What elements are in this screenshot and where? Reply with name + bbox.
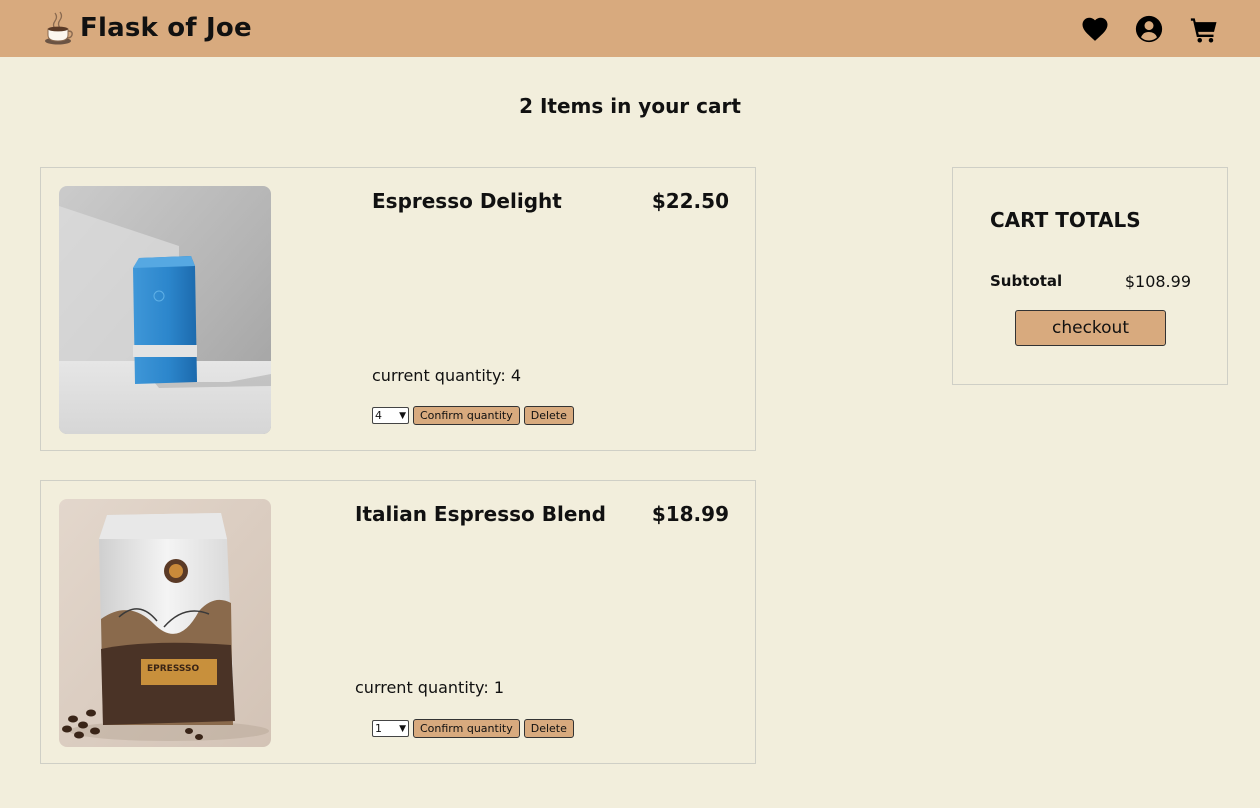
quantity-select[interactable]: 1 ▼ bbox=[372, 720, 409, 737]
item-price: $18.99 bbox=[651, 502, 729, 526]
blue-coffee-bag-image bbox=[59, 186, 271, 434]
brand-title: Flask of Joe bbox=[80, 13, 252, 43]
bag-label-text: EPRESSSO bbox=[147, 664, 199, 674]
heart-icon[interactable] bbox=[1080, 14, 1110, 44]
quantity-select-value: 4 bbox=[375, 409, 382, 422]
confirm-quantity-button[interactable]: Confirm quantity bbox=[413, 719, 520, 738]
cart-totals-card: CART TOTALS Subtotal $108.99 checkout bbox=[952, 167, 1228, 385]
item-name: Espresso Delight bbox=[372, 189, 562, 213]
current-quantity-label: current quantity: 1 bbox=[355, 678, 504, 697]
checkout-button[interactable]: checkout bbox=[1015, 310, 1166, 346]
delete-button[interactable]: Delete bbox=[523, 719, 574, 738]
brand-link[interactable]: Flask of Joe bbox=[44, 10, 252, 46]
item-name: Italian Espresso Blend bbox=[355, 502, 606, 526]
cart-icon[interactable] bbox=[1189, 14, 1219, 44]
item-price: $22.50 bbox=[651, 189, 729, 213]
chevron-down-icon: ▼ bbox=[399, 723, 406, 734]
quantity-controls: 1 ▼ Confirm quantity Delete bbox=[372, 719, 578, 738]
current-quantity-label: current quantity: 4 bbox=[372, 366, 521, 385]
cart-heading: 2 Items in your cart bbox=[519, 94, 741, 118]
cart-item-card: Espresso Delight $22.50 current quantity… bbox=[40, 167, 756, 451]
confirm-quantity-button[interactable]: Confirm quantity bbox=[413, 406, 520, 425]
quantity-select[interactable]: 4 ▼ bbox=[372, 407, 409, 424]
delete-button[interactable]: Delete bbox=[523, 406, 574, 425]
user-circle-icon[interactable] bbox=[1134, 14, 1164, 44]
cart-totals-title: CART TOTALS bbox=[990, 208, 1141, 232]
espresso-coffee-bag-image: EPRESSSO bbox=[59, 499, 271, 747]
cart-item-card: EPRESSSO Italian Espresso Blend $18.99 c… bbox=[40, 480, 756, 764]
subtotal-value: $108.99 bbox=[1124, 272, 1191, 291]
top-navbar: Flask of Joe bbox=[0, 0, 1260, 57]
quantity-select-value: 1 bbox=[375, 722, 382, 735]
subtotal-label: Subtotal bbox=[990, 272, 1063, 290]
coffee-cup-icon bbox=[44, 10, 74, 46]
chevron-down-icon: ▼ bbox=[399, 410, 406, 421]
quantity-controls: 4 ▼ Confirm quantity Delete bbox=[372, 406, 578, 425]
